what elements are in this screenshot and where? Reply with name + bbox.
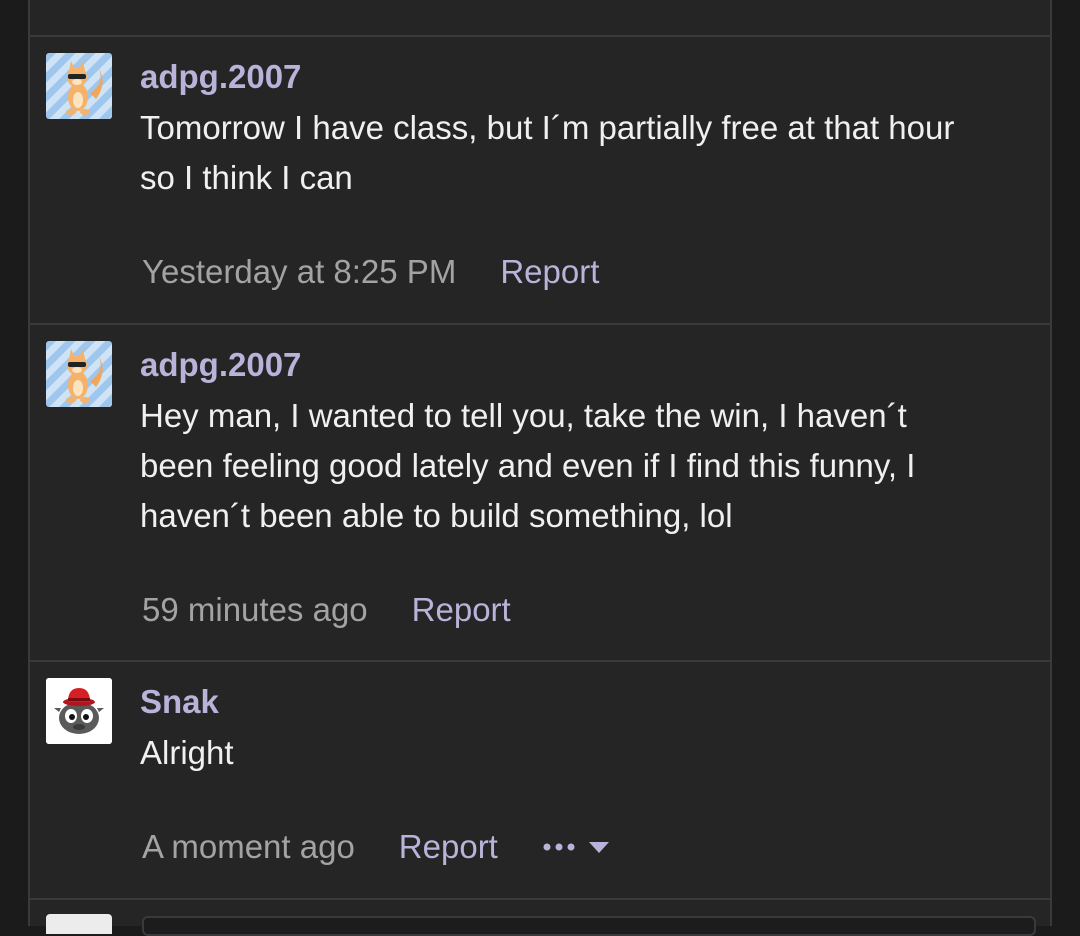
ellipsis-icon <box>543 843 575 851</box>
report-link[interactable]: Report <box>412 588 511 632</box>
timestamp: Yesterday at 8:25 PM <box>142 253 457 290</box>
comment-line: been feeling good lately and even if I f… <box>140 447 916 484</box>
comment-line: so I think I can <box>140 159 353 196</box>
orange-cat-avatar-icon <box>46 53 112 119</box>
avatar[interactable] <box>46 678 112 744</box>
comment-meta: A moment ago Report <box>142 825 610 869</box>
comments-panel: adpg.2007 Tomorrow I have class, but I´m… <box>28 0 1052 936</box>
comment-item: adpg.2007 Tomorrow I have class, but I´m… <box>30 37 1050 323</box>
comment-line: haven´t been able to build something, lo… <box>140 497 733 534</box>
comment-line: Hey man, I wanted to tell you, take the … <box>140 397 907 434</box>
username[interactable]: Snak <box>140 682 219 722</box>
comment-item: Snak Alright A moment ago Report <box>30 662 1050 898</box>
avatar <box>46 914 112 934</box>
username[interactable]: adpg.2007 <box>140 345 301 385</box>
comment-text: Hey man, I wanted to tell you, take the … <box>140 391 1040 541</box>
report-link[interactable]: Report <box>399 825 498 869</box>
comment-text: Tomorrow I have class, but I´m partially… <box>140 103 1040 203</box>
comment-meta: Yesterday at 8:25 PM Report <box>142 250 599 294</box>
divider <box>30 898 1050 900</box>
comment-line: Tomorrow I have class, but I´m partially… <box>140 109 955 146</box>
caret-down-icon <box>588 842 609 853</box>
avatar[interactable] <box>46 53 112 119</box>
timestamp: 59 minutes ago <box>142 591 368 628</box>
report-link[interactable]: Report <box>500 250 599 294</box>
reply-input[interactable] <box>142 916 1036 936</box>
timestamp: A moment ago <box>142 828 355 865</box>
comment-text: Alright <box>140 728 1040 778</box>
username[interactable]: adpg.2007 <box>140 57 301 97</box>
comment-meta: 59 minutes ago Report <box>142 588 511 632</box>
comment-line: Alright <box>140 734 234 771</box>
gray-puffle-red-hat-avatar-icon <box>46 678 112 744</box>
avatar[interactable] <box>46 341 112 407</box>
orange-cat-avatar-icon <box>46 341 112 407</box>
more-options-button[interactable] <box>542 840 610 854</box>
comment-item: adpg.2007 Hey man, I wanted to tell you,… <box>30 325 1050 660</box>
